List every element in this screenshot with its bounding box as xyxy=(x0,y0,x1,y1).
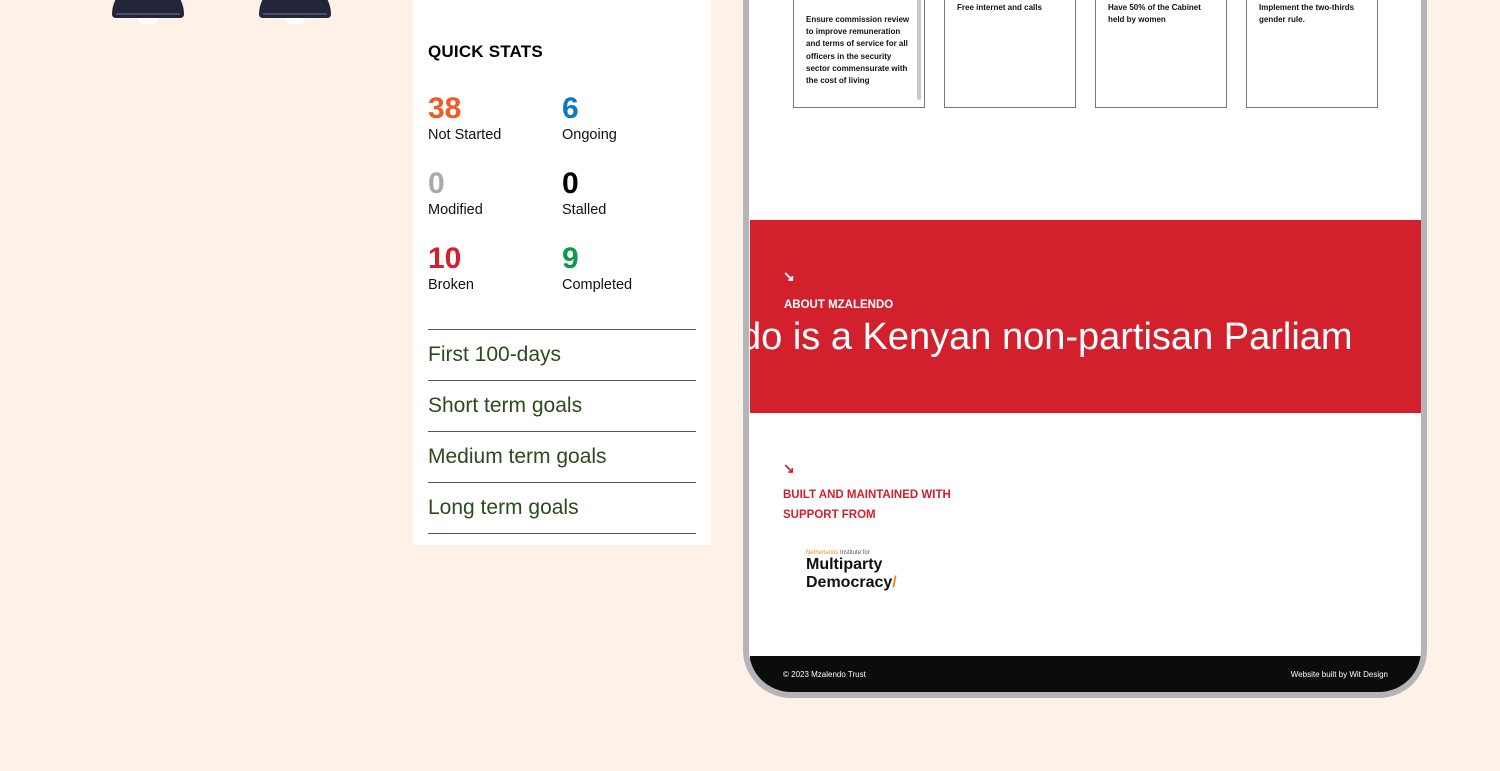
promise-card[interactable]: Ensure commission review to improve remu… xyxy=(793,0,925,108)
lamp-shade xyxy=(259,0,331,18)
stat-stalled: 0 Stalled xyxy=(562,167,692,219)
logo-accent-icon: / xyxy=(892,574,897,591)
support-section: ↘ BUILT AND MAINTAINED WITH SUPPORT FROM xyxy=(783,460,953,525)
divider xyxy=(428,533,696,534)
about-headline-text: do is a Kenyan non-partisan Parliam xyxy=(750,316,1353,358)
lamp-bulb xyxy=(138,18,158,24)
goal-links: First 100-days Short term goals Medium t… xyxy=(428,329,696,534)
goal-link-long-term[interactable]: Long term goals xyxy=(428,482,696,533)
stat-not-started: 38 Not Started xyxy=(428,92,558,144)
promise-text: Free internet and calls xyxy=(957,3,1042,12)
promise-text: Have 50% of the Cabinet held by women xyxy=(1108,3,1201,25)
stat-label: Broken xyxy=(428,277,474,293)
stat-label: Modified xyxy=(428,202,483,218)
stat-value: 0 xyxy=(428,167,445,200)
quick-stats-panel: QUICK STATS 38 Not Started 6 Ongoing 0 M… xyxy=(413,0,711,545)
about-section: ↘ ABOUT MZALENDO do is a Kenyan non-part… xyxy=(750,220,1421,413)
stat-value: 9 xyxy=(562,242,579,275)
support-heading: BUILT AND MAINTAINED WITH SUPPORT FROM xyxy=(783,489,951,521)
goal-link-short-term[interactable]: Short term goals xyxy=(428,380,696,431)
card-scrollbar[interactable] xyxy=(917,0,921,100)
lamp-shade xyxy=(112,0,184,18)
arrow-down-right-icon: ↘ xyxy=(783,460,795,476)
stat-modified: 0 Modified xyxy=(428,167,558,219)
about-eyebrow: ABOUT MZALENDO xyxy=(784,299,894,311)
lamp-rim xyxy=(263,13,327,15)
arrow-down-right-icon: ↘ xyxy=(783,268,795,284)
promise-card[interactable]: Implement the two-thirds gender rule. xyxy=(1246,0,1378,108)
promise-text: Implement the two-thirds gender rule. xyxy=(1259,3,1355,25)
stat-value: 38 xyxy=(428,92,462,125)
lamp-rim xyxy=(116,13,180,15)
footer-credit-link[interactable]: Website built by Wit Design xyxy=(1291,670,1388,679)
goal-link-medium-term[interactable]: Medium term goals xyxy=(428,431,696,482)
lamp-bulb xyxy=(285,18,305,24)
promise-text: Ensure commission review to improve remu… xyxy=(806,15,910,86)
logo-line-2: Democracy/ xyxy=(806,574,897,592)
nimd-partner-logo[interactable]: Netherlands Institute for Multiparty Dem… xyxy=(806,550,897,592)
stat-label: Not Started xyxy=(428,127,502,143)
stat-broken: 10 Broken xyxy=(428,242,558,294)
promise-card[interactable]: Have 50% of the Cabinet held by women xyxy=(1095,0,1227,108)
stat-completed: 9 Completed xyxy=(562,242,692,294)
footer-copyright: © 2023 Mzalendo Trust xyxy=(783,670,866,679)
hanging-lamp-icon xyxy=(112,0,184,24)
site-footer: © 2023 Mzalendo Trust Website built by W… xyxy=(750,656,1421,692)
logo-line-2-text: Democracy xyxy=(806,574,893,591)
stat-ongoing: 6 Ongoing xyxy=(562,92,692,144)
stat-value: 6 xyxy=(562,92,579,125)
promise-card[interactable]: Free internet and calls xyxy=(944,0,1076,108)
quick-stats-title: QUICK STATS xyxy=(428,42,543,61)
stat-label: Completed xyxy=(562,277,633,293)
device-screen: Ensure commission review to improve remu… xyxy=(749,0,1421,692)
goal-link-first-100-days[interactable]: First 100-days xyxy=(428,329,696,380)
logo-line-1: Multiparty xyxy=(806,556,883,573)
stat-value: 0 xyxy=(562,167,579,200)
hanging-lamp-icon xyxy=(259,0,331,24)
stat-value: 10 xyxy=(428,242,462,275)
about-headline-marquee: do is a Kenyan non-partisan Parliam xyxy=(750,316,1353,359)
tablet-device-frame: Ensure commission review to improve remu… xyxy=(743,0,1427,698)
stat-label: Stalled xyxy=(562,202,607,218)
stat-label: Ongoing xyxy=(562,127,617,143)
